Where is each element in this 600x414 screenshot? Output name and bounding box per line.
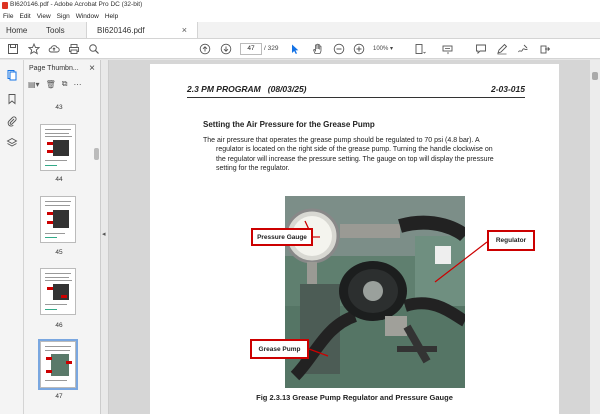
thumbnail-page-44[interactable]	[40, 124, 76, 171]
zoom-in-icon[interactable]	[352, 42, 366, 56]
comment-icon[interactable]	[474, 42, 488, 56]
next-page-icon[interactable]	[219, 42, 233, 56]
callout-leader-lines	[308, 236, 488, 357]
sign-icon[interactable]	[516, 42, 530, 56]
save-icon[interactable]	[6, 42, 20, 56]
thumbnails-toolbar: ▤▾ 🗑 ⧉ ⋯	[24, 76, 100, 92]
thumbnail-page-number: 44	[55, 176, 63, 183]
main-toolbar: 47 / 329 100% ▾	[0, 39, 600, 59]
thumbnail-options-icon[interactable]: ▤▾	[28, 80, 40, 89]
search-icon[interactable]	[87, 42, 101, 56]
thumbnail-page-46[interactable]	[40, 268, 76, 315]
acrobat-icon	[2, 1, 8, 9]
tab-document[interactable]: BI620146.pdf ×	[86, 22, 198, 38]
bookmark-star-icon[interactable]	[27, 42, 41, 56]
delete-icon[interactable]: 🗑	[46, 80, 56, 89]
tab-bar: Home Tools BI620146.pdf ×	[0, 22, 600, 39]
zoom-level-value: 100%	[373, 46, 389, 52]
menu-window[interactable]: Window	[76, 13, 99, 20]
thumbnail-page-number: 45	[55, 249, 63, 256]
close-tab-icon[interactable]: ×	[182, 25, 187, 35]
page-total: / 329	[264, 45, 279, 52]
thumbnails-scrollbar[interactable]	[94, 148, 99, 160]
thumbnails-title: Page Thumbn...	[29, 64, 79, 72]
thumbnail-page-number: 46	[55, 322, 63, 329]
window-title: BI620146.pdf - Adobe Acrobat Pro DC (32-…	[10, 1, 143, 8]
select-cursor-icon[interactable]	[288, 42, 302, 56]
viewer-scrollbar[interactable]	[590, 60, 600, 414]
menu-help[interactable]: Help	[105, 13, 118, 20]
menu-sign[interactable]: Sign	[57, 13, 70, 20]
layers-icon[interactable]	[5, 136, 19, 150]
pdf-page: 2.3 PM PROGRAM (08/03/25) 2-03-015 Setti…	[150, 64, 559, 414]
page-number-input[interactable]: 47	[240, 43, 262, 55]
scrollbar-thumb[interactable]	[592, 72, 598, 80]
attachment-icon[interactable]	[5, 114, 19, 128]
page-thumbnails-icon[interactable]	[5, 68, 19, 82]
print-icon[interactable]	[67, 42, 81, 56]
extract-pages-icon[interactable]: ⧉	[62, 79, 68, 89]
thumbnail-page-47[interactable]	[38, 339, 78, 390]
page-fit-icon[interactable]	[412, 42, 428, 56]
keyboard-icon[interactable]	[440, 42, 456, 56]
tab-tools[interactable]: Tools	[36, 22, 86, 38]
collapse-arrow-icon[interactable]: ◂	[102, 230, 106, 238]
document-viewer[interactable]: 2.3 PM PROGRAM (08/03/25) 2-03-015 Setti…	[109, 60, 600, 414]
thumbnail-page-number: 47	[55, 393, 63, 400]
previous-page-icon[interactable]	[198, 42, 212, 56]
chevron-down-icon: ▾	[390, 46, 394, 52]
menu-edit[interactable]: Edit	[19, 13, 30, 20]
menu-bar: File Edit View Sign Window Help	[0, 10, 600, 22]
figure-caption: Fig 2.3.13 Grease Pump Regulator and Pre…	[256, 393, 453, 402]
thumbnail-page-45[interactable]	[40, 196, 76, 243]
page-thumbnails-panel: Page Thumbn... × ▤▾ 🗑 ⧉ ⋯ 43 44 45 46 47	[24, 60, 101, 414]
title-bar: BI620146.pdf - Adobe Acrobat Pro DC (32-…	[0, 0, 600, 10]
left-rail	[0, 60, 24, 414]
thumbnail-page-number: 43	[55, 104, 63, 111]
bookmark-icon[interactable]	[5, 92, 19, 106]
thumbnails-header: Page Thumbn... ×	[24, 60, 100, 76]
zoom-level-dropdown[interactable]: 100% ▾	[373, 43, 399, 55]
share-icon[interactable]	[537, 42, 553, 56]
pen-icon[interactable]	[495, 42, 509, 56]
panel-collapse-strip[interactable]: ◂	[101, 60, 109, 414]
tab-home[interactable]: Home	[0, 22, 36, 38]
hand-tool-icon[interactable]	[310, 42, 324, 56]
menu-file[interactable]: File	[3, 13, 13, 20]
upload-cloud-icon[interactable]	[47, 42, 61, 56]
more-options-icon[interactable]: ⋯	[73, 80, 81, 89]
menu-view[interactable]: View	[37, 13, 51, 20]
close-panel-icon[interactable]: ×	[89, 63, 95, 74]
tab-document-label: BI620146.pdf	[97, 25, 145, 35]
zoom-out-icon[interactable]	[332, 42, 346, 56]
